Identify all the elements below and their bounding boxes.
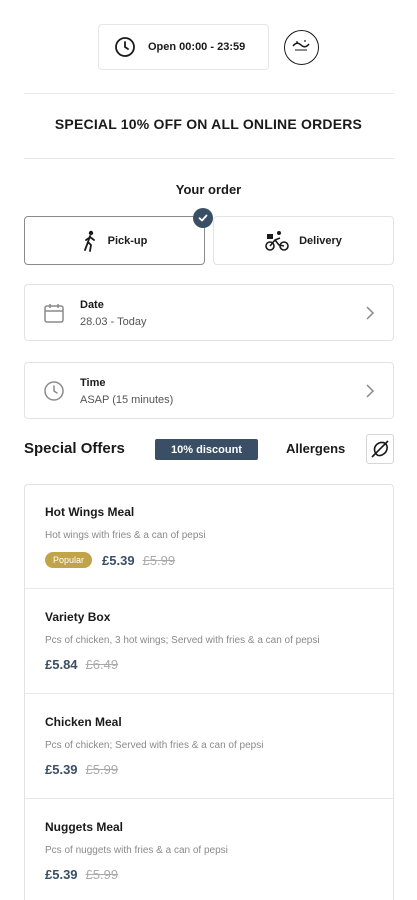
- walking-person-icon: [83, 230, 95, 252]
- item-description: Hot wings with fries & a can of pepsi: [45, 530, 206, 541]
- menu-item[interactable]: Chicken Meal Pcs of chicken; Served with…: [25, 695, 393, 799]
- item-price: £5.39: [45, 867, 78, 882]
- item-price: £5.39: [102, 552, 135, 568]
- date-label: Date: [80, 299, 104, 311]
- item-name: Chicken Meal: [45, 715, 122, 729]
- clock-icon: [44, 381, 64, 401]
- menu-item[interactable]: Nuggets Meal Pcs of nuggets with fries &…: [25, 800, 393, 900]
- time-value: ASAP (15 minutes): [80, 394, 174, 406]
- item-price: £5.39: [45, 762, 78, 777]
- item-name: Hot Wings Meal: [45, 505, 135, 519]
- clock-icon: [115, 37, 135, 57]
- item-old-price: £5.99: [85, 867, 119, 882]
- popular-badge: Popular: [45, 552, 93, 568]
- pickup-label: Pick-up: [107, 234, 148, 247]
- halal-icon: [284, 30, 319, 65]
- special-offers-title: Special Offers: [24, 440, 125, 457]
- pickup-button[interactable]: Pick-up: [24, 208, 213, 265]
- date-value: 28.03 - Today: [80, 316, 147, 328]
- item-old-price: £6.49: [85, 657, 119, 672]
- allergens-button[interactable]: [366, 434, 394, 464]
- item-old-price: £5.99: [85, 762, 119, 777]
- item-name: Nuggets Meal: [45, 820, 124, 834]
- item-description: Pcs of nuggets with fries & a can of pep…: [45, 845, 228, 856]
- item-old-price: £5.99: [142, 552, 176, 568]
- item-price: £5.84: [45, 657, 78, 672]
- divider: [24, 158, 394, 159]
- menu-item[interactable]: Hot Wings Meal Hot wings with fries & a …: [25, 485, 393, 589]
- item-name: Variety Box: [45, 610, 111, 624]
- your-order-title: Your order: [175, 182, 242, 197]
- allergens-link[interactable]: Allergens: [286, 441, 345, 456]
- divider: [24, 93, 394, 94]
- opening-hours-box[interactable]: Open 00:00 - 23:59: [98, 24, 269, 70]
- item-description: Pcs of chicken; Served with fries & a ca…: [45, 740, 264, 751]
- special-offers-list: Hot Wings Meal Hot wings with fries & a …: [24, 484, 394, 900]
- promo-banner: SPECIAL 10% OFF ON ALL ONLINE ORDERS: [54, 116, 363, 132]
- item-description: Pcs of chicken, 3 hot wings; Served with…: [45, 635, 320, 646]
- calendar-icon: [44, 304, 64, 323]
- delivery-label: Delivery: [299, 234, 342, 247]
- allergen-icon: [371, 440, 389, 458]
- opening-hours-text: Open 00:00 - 23:59: [148, 41, 246, 53]
- check-icon: [193, 208, 213, 228]
- chevron-right-icon: [366, 384, 375, 398]
- delivery-bike-icon: [265, 230, 289, 251]
- time-selector[interactable]: Time ASAP (15 minutes): [24, 362, 394, 419]
- discount-badge: 10% discount: [155, 439, 258, 460]
- chevron-right-icon: [366, 306, 375, 320]
- menu-item[interactable]: Variety Box Pcs of chicken, 3 hot wings;…: [25, 590, 393, 694]
- date-selector[interactable]: Date 28.03 - Today: [24, 284, 394, 341]
- time-label: Time: [80, 377, 106, 389]
- delivery-button[interactable]: Delivery: [213, 216, 394, 265]
